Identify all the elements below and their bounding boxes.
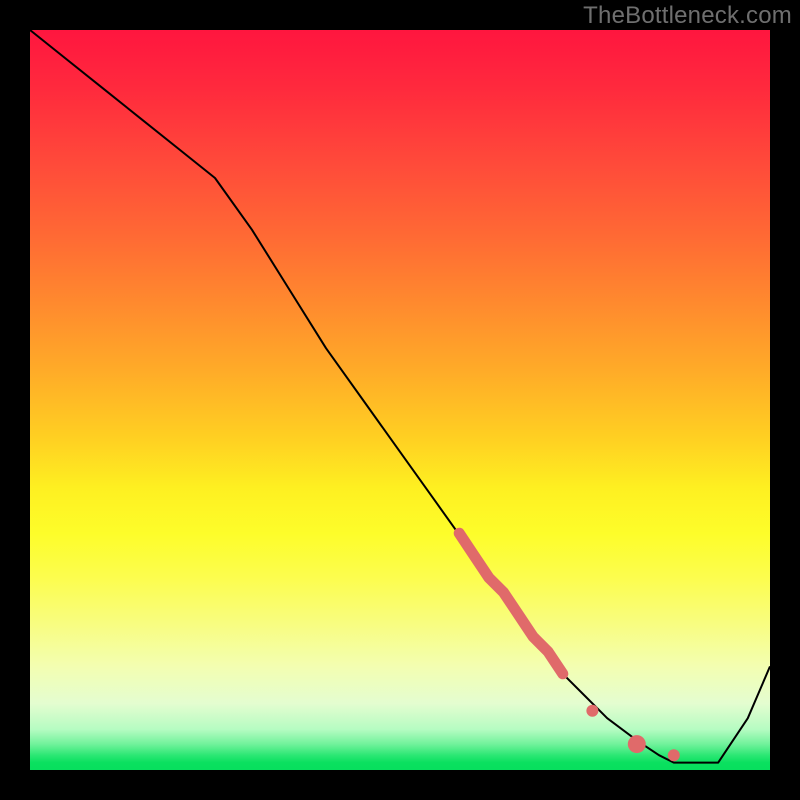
dot-1	[586, 705, 598, 717]
plot-area	[30, 30, 770, 770]
chart-svg	[30, 30, 770, 770]
highlight-segment	[459, 533, 563, 674]
watermark-text: TheBottleneck.com	[583, 2, 792, 30]
dot-2	[628, 735, 646, 753]
chart-frame: TheBottleneck.com	[0, 0, 800, 800]
dot-3	[668, 749, 680, 761]
series-curve	[30, 30, 770, 763]
